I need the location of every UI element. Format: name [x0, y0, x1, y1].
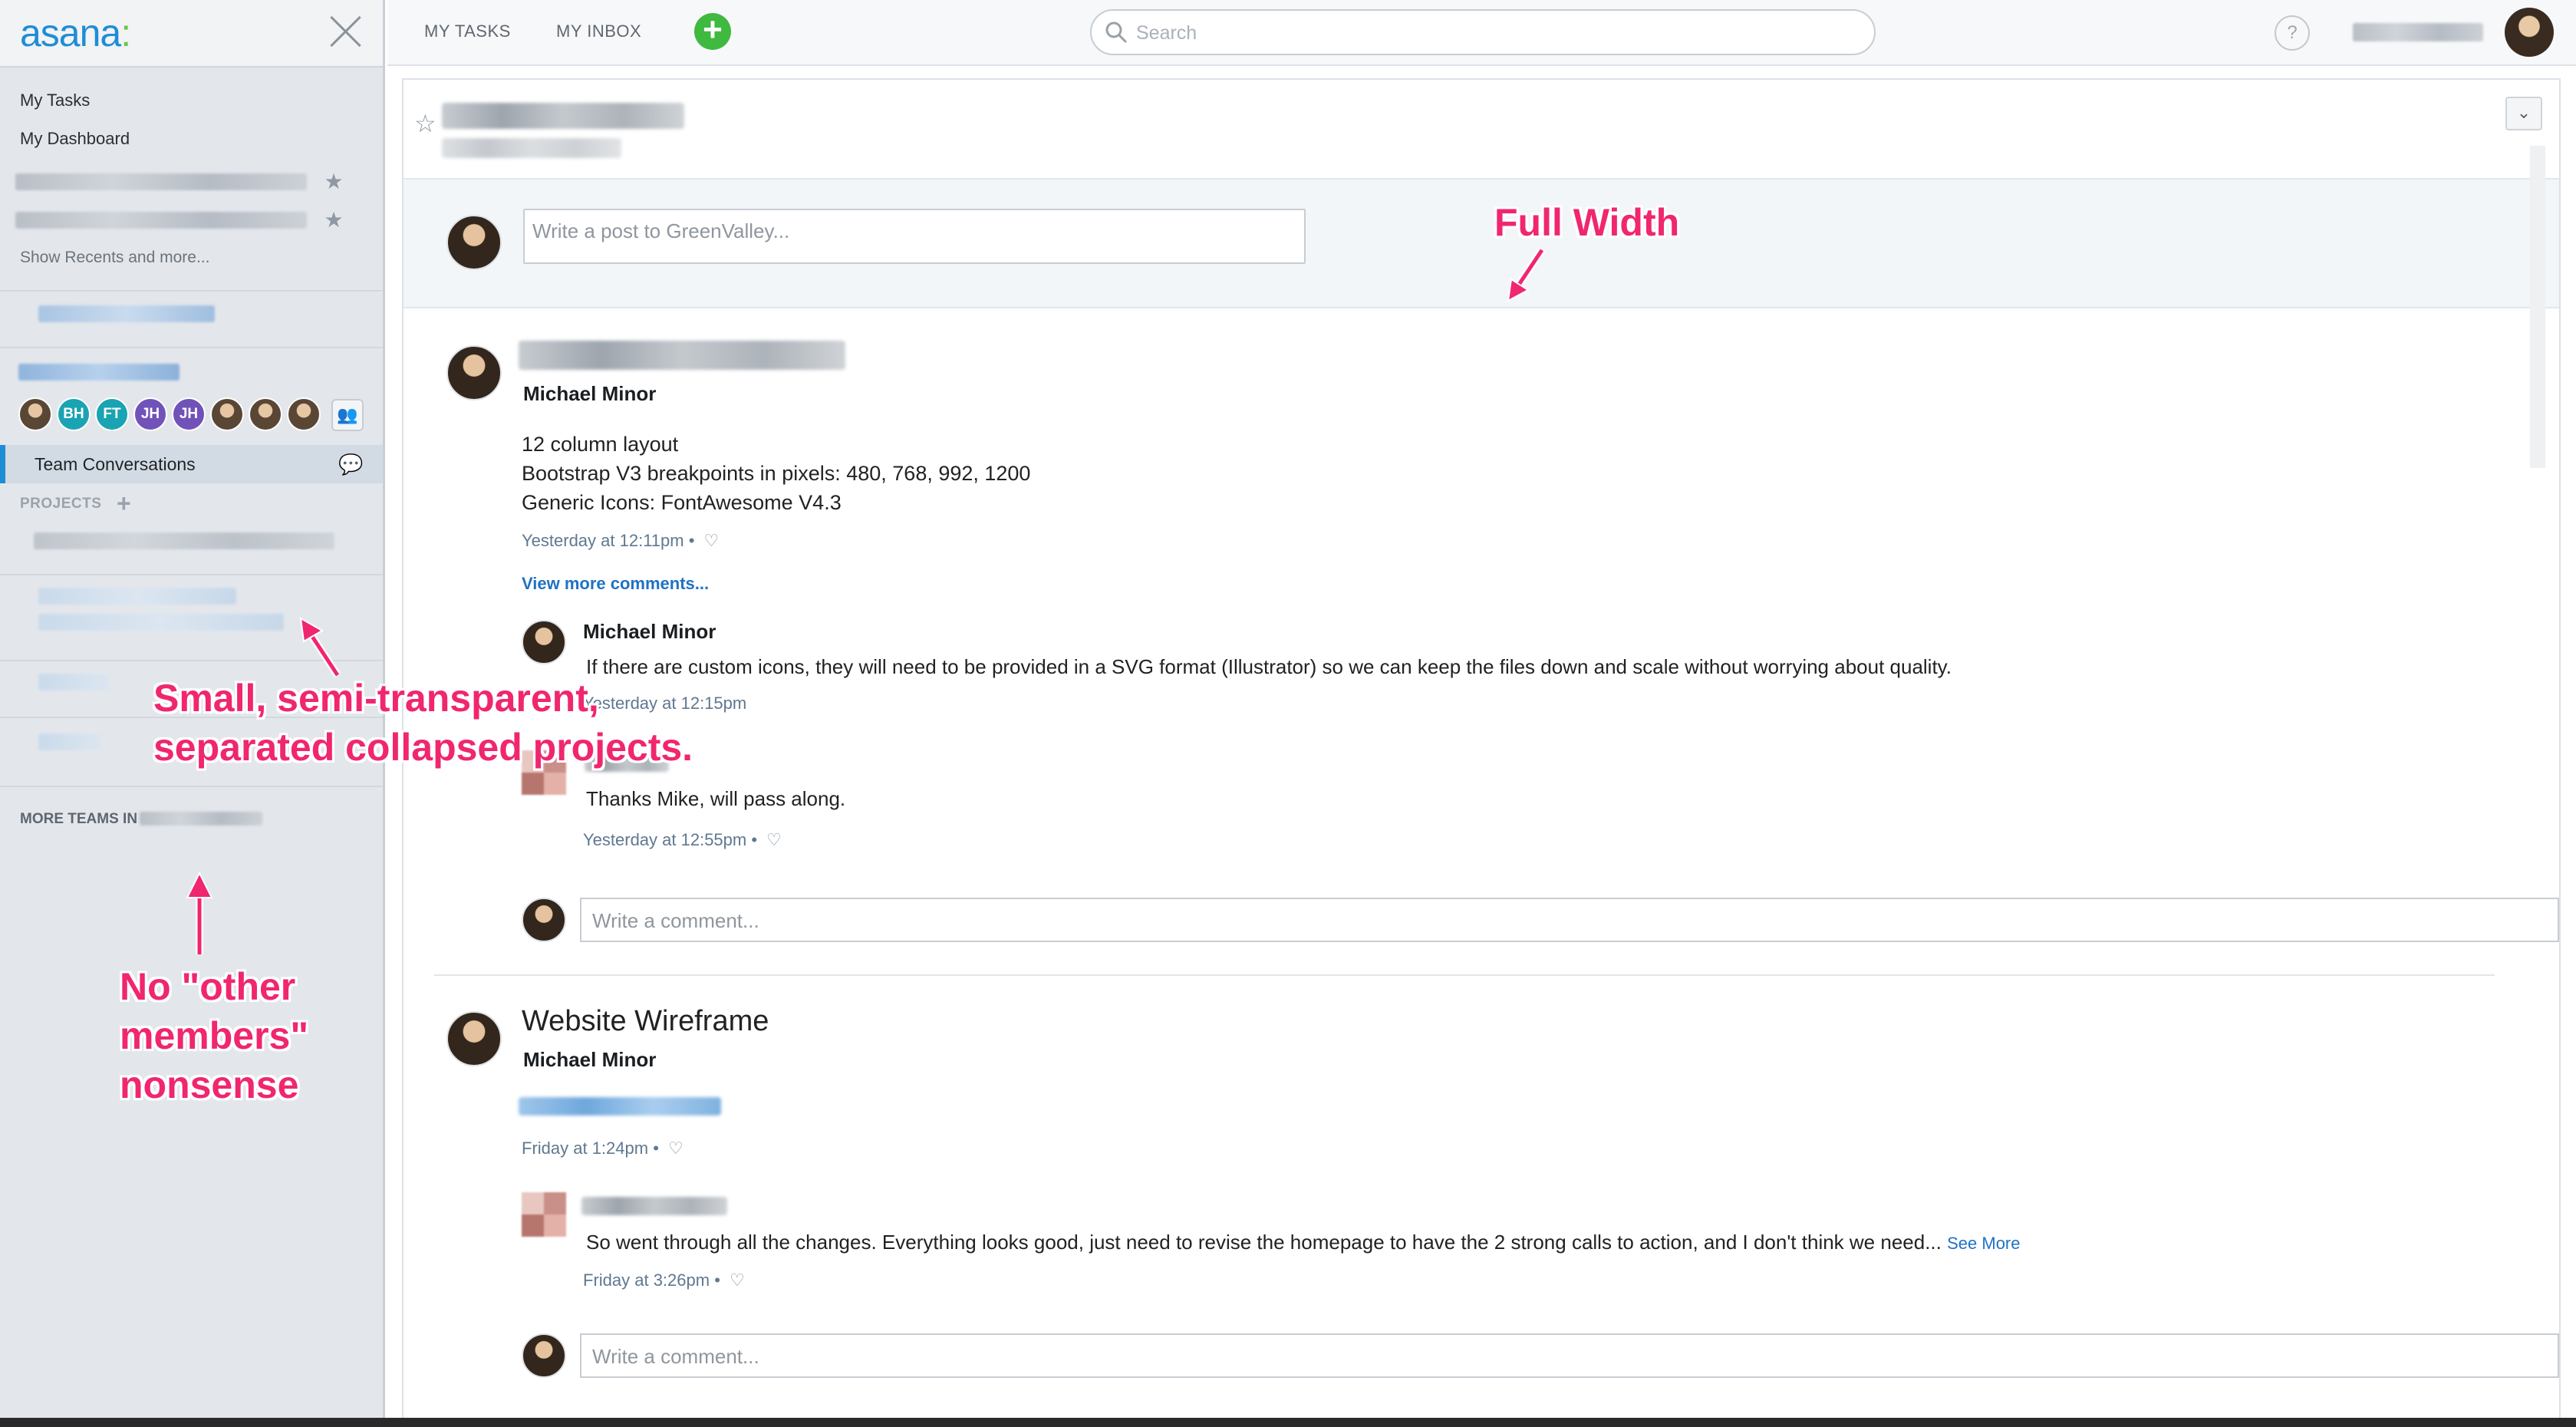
chevron-down-icon[interactable]: ⌄ [2505, 97, 2542, 130]
annotation-arrow [186, 872, 213, 954]
divider [0, 347, 383, 348]
comment-input-placeholder: Write a comment... [592, 909, 759, 932]
window-bottom-edge [0, 1418, 2576, 1427]
sidebar-item-my-tasks[interactable]: My Tasks [20, 91, 90, 110]
post-author[interactable]: Michael Minor [523, 382, 656, 406]
team-member-avatar[interactable]: FT [95, 397, 129, 431]
close-sidebar-icon[interactable] [328, 14, 363, 49]
post-composer: Write a post to GreenValley... [404, 178, 2559, 308]
divider [0, 786, 383, 787]
conversation-icon: 💬 [338, 453, 364, 476]
asana-logo[interactable]: asana: [20, 11, 131, 55]
star-icon[interactable]: ★ [322, 209, 345, 232]
post-title-blurred [519, 341, 845, 370]
my-tasks-tab[interactable]: MY TASKS [424, 21, 511, 41]
team-conversations-label: Team Conversations [35, 454, 196, 474]
annotation-full-width: Full Width [1494, 201, 1680, 244]
team-member-avatar[interactable] [210, 397, 244, 431]
heart-icon[interactable]: ♡ [668, 1139, 684, 1158]
post-divider [434, 974, 2495, 976]
comment-text: If there are custom icons, they will nee… [586, 655, 1952, 678]
top-bar: MY TASKS MY INBOX + Search ? [387, 0, 2576, 66]
sidebar-header: asana: [0, 0, 383, 68]
comment-input[interactable]: Write a comment... [580, 898, 2559, 942]
annotation-collapsed-projects: Small, semi-transparent, separated colla… [153, 677, 693, 769]
comment-author-blurred [581, 1197, 727, 1215]
team-title-blurred [442, 103, 684, 129]
avatar [522, 898, 566, 942]
annotation-no-other-members: No "other members" nonsense [120, 965, 309, 1106]
project-item-blurred[interactable] [38, 614, 284, 631]
favorite-item-blurred[interactable] [15, 212, 307, 229]
project-item-blurred[interactable] [38, 733, 101, 750]
post-input[interactable]: Write a post to GreenValley... [523, 209, 1306, 264]
more-teams-header[interactable]: MORE TEAMS IN [20, 811, 137, 828]
main-panel: ☆ ⌄ Write a post to GreenValley... Micha… [402, 78, 2561, 1427]
avatar [522, 1192, 566, 1237]
post-body-line: Bootstrap V3 breakpoints in pixels: 480,… [522, 462, 1031, 485]
divider [0, 290, 383, 292]
sidebar-item-my-dashboard[interactable]: My Dashboard [20, 129, 130, 149]
search-icon [1105, 21, 1127, 43]
post-body-line: 12 column layout [522, 433, 679, 456]
favorite-item-blurred[interactable] [15, 173, 307, 190]
avatar [522, 620, 566, 664]
team-member-avatar[interactable] [249, 397, 282, 431]
annotation-arrow [1507, 248, 1546, 302]
attachment-link-blurred[interactable] [519, 1097, 721, 1116]
comment-input-placeholder: Write a comment... [592, 1345, 759, 1368]
post-title[interactable]: Website Wireframe [522, 1005, 769, 1038]
avatar [446, 215, 502, 270]
annotation-arrow [299, 617, 341, 677]
team-member-avatar[interactable] [287, 397, 321, 431]
team-title-blurred[interactable] [18, 364, 180, 381]
heart-icon[interactable]: ♡ [766, 830, 782, 849]
add-project-icon[interactable]: + [117, 489, 131, 518]
team-name-blurred[interactable] [38, 305, 215, 322]
my-inbox-tab[interactable]: MY INBOX [556, 21, 641, 41]
sidebar-item-team-conversations[interactable]: Team Conversations 💬 [0, 445, 383, 483]
comment-text: So went through all the changes. Everyth… [586, 1231, 2021, 1254]
view-more-comments-link[interactable]: View more comments... [522, 574, 709, 594]
see-more-link[interactable]: See More [1947, 1234, 2020, 1253]
comment-timestamp: Friday at 3:26pm • ♡ [583, 1270, 745, 1290]
user-avatar[interactable] [2505, 8, 2554, 57]
scrollbar[interactable] [2530, 146, 2545, 468]
team-subtitle-blurred [442, 138, 621, 158]
comment-timestamp: Yesterday at 12:55pm • ♡ [583, 830, 782, 849]
post-body-line: Generic Icons: FontAwesome V4.3 [522, 491, 842, 514]
comment-text: Thanks Mike, will pass along. [586, 787, 846, 810]
members-icon[interactable]: 👥 [331, 399, 364, 431]
team-member-avatar[interactable]: JH [172, 397, 206, 431]
avatar [522, 1333, 566, 1378]
post-input-placeholder: Write a post to GreenValley... [532, 219, 790, 242]
team-member-avatar[interactable] [18, 397, 52, 431]
project-item-blurred[interactable] [38, 674, 109, 690]
show-recents-link[interactable]: Show Recents and more... [20, 249, 209, 267]
project-item-blurred[interactable] [34, 532, 334, 549]
team-member-avatar[interactable]: JH [133, 397, 167, 431]
avatar [446, 345, 502, 400]
post-timestamp: Friday at 1:24pm • ♡ [522, 1139, 684, 1158]
heart-icon[interactable]: ♡ [730, 1270, 745, 1290]
project-item-blurred[interactable] [38, 588, 236, 605]
post-author[interactable]: Michael Minor [523, 1048, 656, 1072]
org-name-blurred [140, 812, 262, 826]
search-input[interactable]: Search [1090, 9, 1876, 55]
favorite-star-icon[interactable]: ☆ [414, 109, 436, 138]
comment-input[interactable]: Write a comment... [580, 1333, 2559, 1378]
search-placeholder: Search [1136, 22, 1197, 44]
projects-header: PROJECTS [20, 496, 102, 512]
user-name-blurred[interactable] [2353, 23, 2483, 41]
heart-icon[interactable]: ♡ [704, 531, 720, 550]
divider [0, 574, 383, 575]
comment-author[interactable]: Michael Minor [583, 620, 716, 644]
post-timestamp: Yesterday at 12:11pm • ♡ [522, 531, 720, 550]
team-member-avatar[interactable]: BH [57, 397, 91, 431]
help-icon[interactable]: ? [2275, 15, 2310, 51]
avatar [446, 1011, 502, 1066]
quick-add-button[interactable]: + [694, 13, 731, 50]
star-icon[interactable]: ★ [322, 170, 345, 193]
team-member-avatars: BH FT JH JH [18, 397, 321, 431]
